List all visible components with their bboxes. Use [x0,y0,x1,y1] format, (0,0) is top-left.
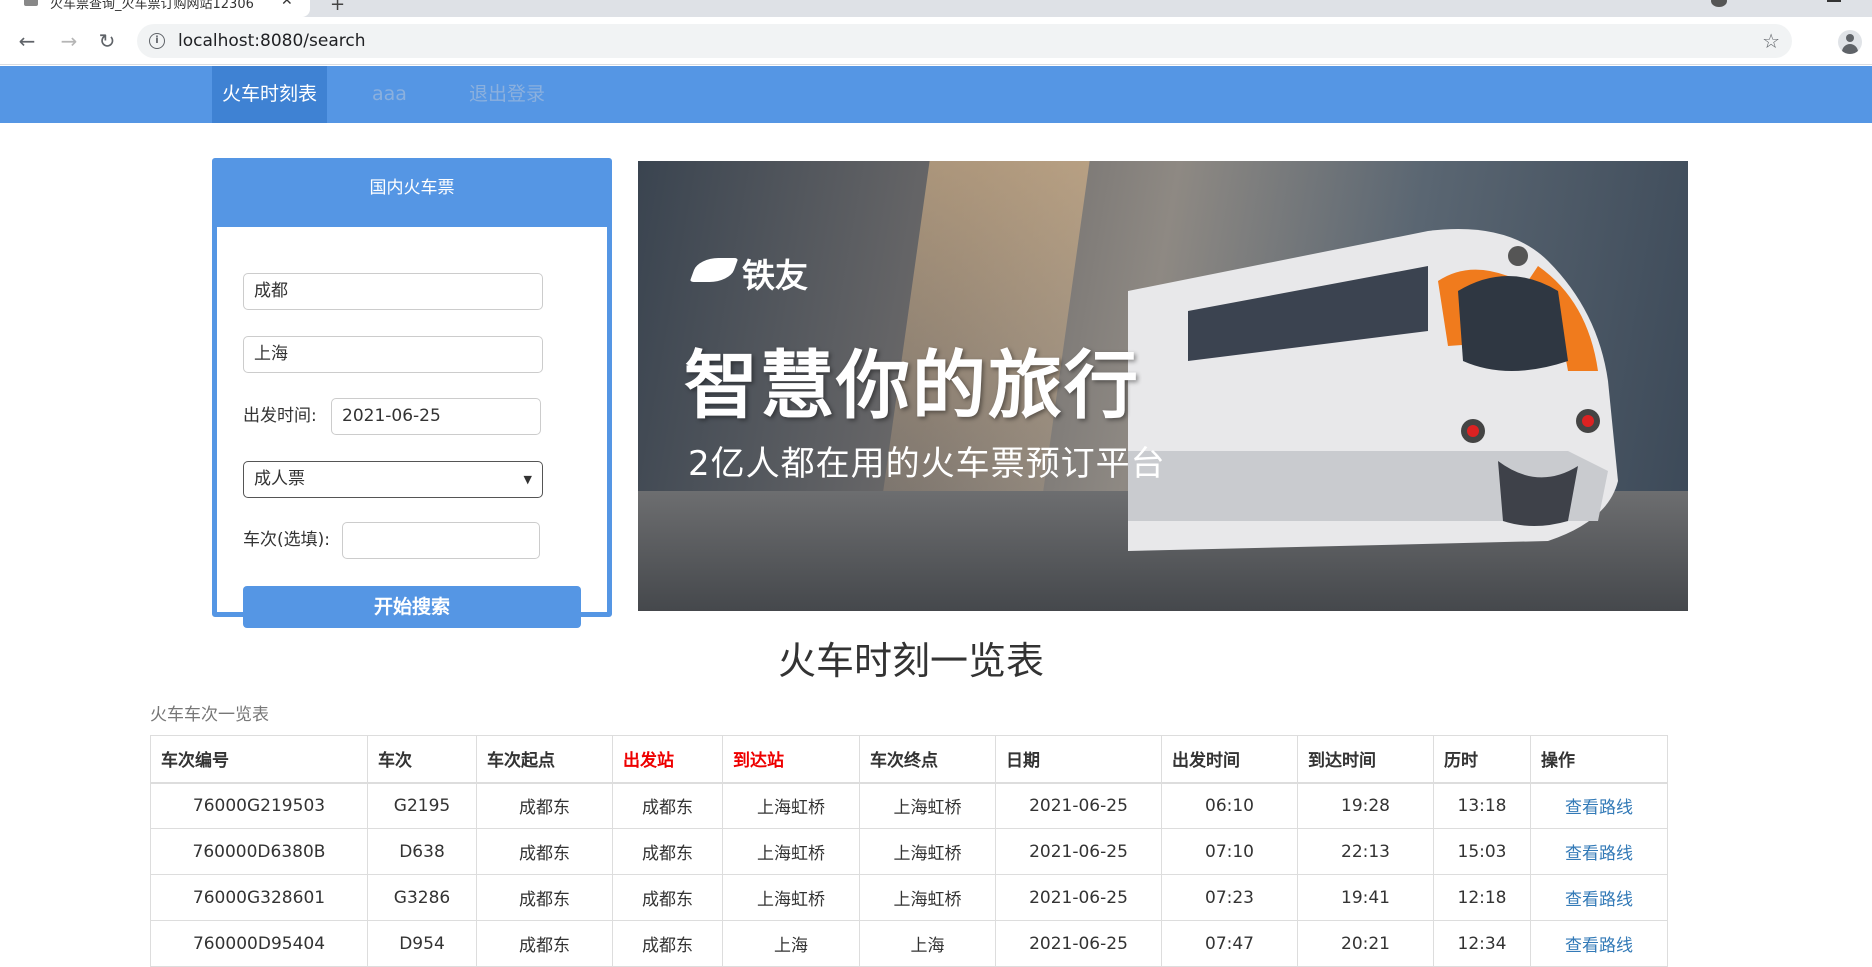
bookmark-star-icon[interactable]: ☆ [1762,24,1780,58]
cell-date: 2021-06-25 [995,782,1162,829]
browser-tabstrip: 火车票查询_火车票订购网站12306 ✕ + [0,0,1872,17]
cell-train-no: G2195 [367,782,477,829]
departure-date-input[interactable]: 2021-06-25 [331,398,541,435]
profile-avatar-icon[interactable] [1838,30,1862,54]
timetable-table: 车次编号 车次 车次起点 出发站 到达站 车次终点 日期 出发时间 到达时间 历… [150,735,1668,967]
table-row: 76000G219503 G2195 成都东 成都东 上海虹桥 上海虹桥 202… [150,782,1668,829]
search-panel-title: 国内火车票 [217,163,607,227]
col-header-arrive-time: 到达时间 [1297,735,1434,784]
col-header-terminus: 车次终点 [859,735,996,784]
cell-arrive-station: 上海虹桥 [722,874,860,921]
cell-depart-time: 06:10 [1161,782,1298,829]
address-bar[interactable]: i localhost:8080/search ☆ [137,24,1792,58]
cell-arrive-time: 22:13 [1297,828,1434,875]
cell-duration: 15:03 [1433,828,1531,875]
cell-origin: 成都东 [476,828,613,875]
table-header-row: 车次编号 车次 车次起点 出发站 到达站 车次终点 日期 出发时间 到达时间 历… [150,735,1668,784]
reload-icon[interactable]: ↻ [93,27,121,55]
cell-origin: 成都东 [476,874,613,921]
cell-train-no: G3286 [367,874,477,921]
col-header-train-id: 车次编号 [150,735,368,784]
departure-date-label: 出发时间: [243,406,317,426]
brand-name: 铁友 [742,256,808,295]
banner-slogan: 智慧你的旅行 [684,343,1140,429]
browser-toolbar: ← → ↻ i localhost:8080/search ☆ [0,17,1872,65]
train-illustration [1128,229,1618,551]
train-number-label: 车次(选填): [243,530,330,550]
train-number-input[interactable] [342,522,540,559]
col-header-train-no: 车次 [367,735,477,784]
col-header-date: 日期 [995,735,1162,784]
cell-arrive-station: 上海虹桥 [722,782,860,829]
nav-item-username[interactable]: aaa [372,66,407,123]
view-route-link[interactable]: 查看路线 [1530,782,1668,829]
browser-tab[interactable]: 火车票查询_火车票订购网站12306 ✕ [0,0,310,17]
nav-item-logout[interactable]: 退出登录 [469,66,545,123]
tab-title: 火车票查询_火车票订购网站12306 [50,0,254,12]
chevron-down-icon: ▼ [523,473,532,486]
col-header-origin: 车次起点 [476,735,613,784]
minimize-icon[interactable] [1827,0,1841,2]
to-station-input[interactable]: 上海 [243,336,543,373]
banner-subslogan: 2亿人都在用的火车票预订平台 [688,444,1166,484]
cell-train-id: 76000G328601 [150,874,368,921]
cell-depart-time: 07:23 [1161,874,1298,921]
nav-item-timetable[interactable]: 火车时刻表 [212,66,327,123]
site-info-icon[interactable]: i [149,33,165,49]
col-header-arrive-station: 到达站 [722,735,860,784]
cell-terminus: 上海虹桥 [859,828,996,875]
favicon-icon [24,0,38,6]
col-header-depart-station: 出发站 [612,735,723,784]
brand-logo-icon [689,258,739,282]
cell-duration: 13:18 [1433,782,1531,829]
cell-arrive-time: 19:41 [1297,874,1434,921]
ticket-type-select[interactable]: 成人票 ▼ [243,461,543,498]
cell-depart-time: 07:10 [1161,828,1298,875]
col-header-action: 操作 [1530,735,1668,784]
cell-depart-station: 成都东 [612,828,723,875]
timetable-title: 火车时刻一览表 [778,639,1045,683]
cell-train-no: D638 [367,828,477,875]
col-header-duration: 历时 [1433,735,1531,784]
table-row: 760000D6380B D638 成都东 成都东 上海虹桥 上海虹桥 2021… [150,828,1668,875]
cell-origin: 成都东 [476,782,613,829]
view-route-link[interactable]: 查看路线 [1530,874,1668,921]
timetable-caption: 火车车次一览表 [150,705,269,725]
cell-train-id: 760000D6380B [150,828,368,875]
cell-date: 2021-06-25 [995,828,1162,875]
from-station-input[interactable]: 成都 [243,273,543,310]
cell-depart-station: 成都东 [612,874,723,921]
cell-arrive-station: 上海虹桥 [722,828,860,875]
back-icon[interactable]: ← [13,27,41,55]
url-text[interactable]: localhost:8080/search [178,24,366,58]
site-navbar: 火车时刻表 aaa 退出登录 [0,66,1872,123]
cell-terminus: 上海虹桥 [859,874,996,921]
cell-date: 2021-06-25 [995,874,1162,921]
cell-duration: 12:18 [1433,874,1531,921]
promo-banner: 铁友 智慧你的旅行 2亿人都在用的火车票预订平台 [638,161,1688,611]
forward-icon[interactable]: → [55,27,83,55]
search-button[interactable]: 开始搜索 [243,586,581,628]
cell-arrive-time: 19:28 [1297,782,1434,829]
cell-depart-station: 成都东 [612,782,723,829]
close-tab-icon[interactable]: ✕ [281,0,293,8]
new-tab-icon[interactable]: + [330,0,345,15]
cell-terminus: 上海虹桥 [859,782,996,829]
table-row: 76000G328601 G3286 成都东 成都东 上海虹桥 上海虹桥 202… [150,874,1668,921]
ticket-type-value: 成人票 [254,469,305,489]
profile-indicator-icon[interactable] [1711,0,1727,7]
view-route-link[interactable]: 查看路线 [1530,828,1668,875]
cell-train-id: 76000G219503 [150,782,368,829]
col-header-depart-time: 出发时间 [1161,735,1298,784]
